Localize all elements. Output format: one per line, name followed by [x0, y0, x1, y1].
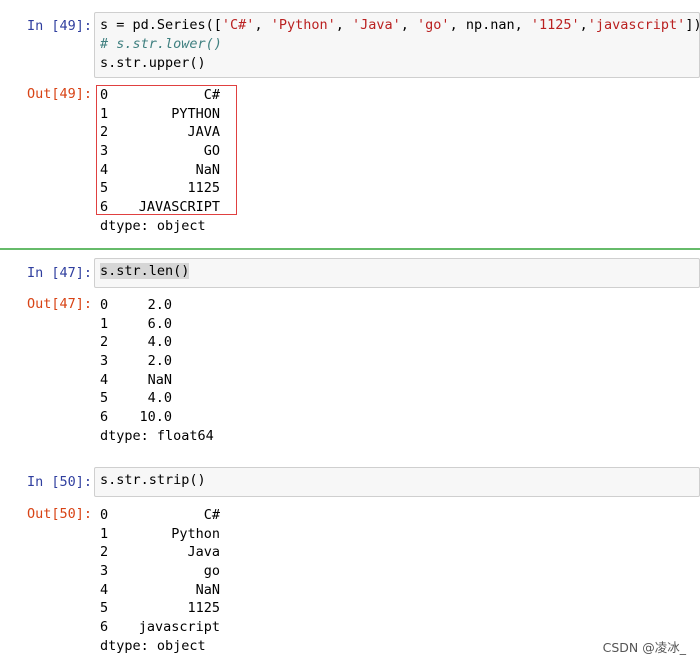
code-cell-50[interactable]: s.str.strip() [94, 467, 700, 497]
code-line: s.str.strip() [100, 471, 694, 490]
highlight-annotation-box [96, 85, 237, 215]
string-literal: 'javascript' [587, 17, 686, 33]
code-line: s = pd.Series(['C#', 'Python', 'Java', '… [100, 16, 700, 35]
row-index: 6 [100, 409, 109, 426]
row-value: 4.0 [147, 334, 172, 351]
watermark: CSDN @凌冰_ [602, 640, 686, 655]
code-line: s.str.len() [100, 262, 694, 281]
series-row: 0 2.0 [100, 296, 214, 315]
code-token: s.str.strip() [100, 472, 206, 488]
code-token: , [400, 17, 418, 33]
row-value: 4.0 [147, 390, 172, 407]
series-row: 4 NaN [100, 371, 214, 390]
code-token: s.str.upper() [100, 55, 206, 71]
row-value: go [203, 563, 220, 580]
code-token: s.str.len() [100, 263, 190, 279]
series-row: 6 javascript [100, 618, 220, 637]
output-area-50: 0 C# 1 Python 2 Java 3 go 4 NaN 5 1125 6 javascript dt… [100, 506, 220, 656]
string-literal: '1125' [530, 17, 580, 33]
row-value: 2.0 [147, 353, 172, 370]
series-row: 2 4.0 [100, 333, 214, 352]
series-row: 1 Python [100, 525, 220, 544]
row-value: 6.0 [147, 315, 172, 332]
output-prompt-50: Out[50]: [26, 506, 92, 522]
code-line: s.str.upper() [100, 54, 694, 73]
series-row: 3 2.0 [100, 352, 214, 371]
code-cell-47[interactable]: s.str.len() [94, 258, 700, 288]
output-prompt-49: Out[49]: [26, 86, 92, 102]
row-index: 4 [100, 371, 109, 388]
code-token: ]) [685, 17, 700, 33]
row-value: 1125 [187, 600, 220, 617]
series-row: 2 Java [100, 543, 220, 562]
input-prompt-47: In [47]: [26, 265, 92, 281]
string-literal: 'Python' [270, 17, 336, 33]
string-literal: 'Java' [352, 17, 401, 33]
dtype-label: dtype: float64 [100, 427, 214, 444]
row-index: 3 [100, 563, 109, 580]
string-literal: 'go' [417, 17, 450, 33]
string-literal: 'C#' [221, 17, 255, 33]
row-index: 0 [100, 507, 109, 523]
code-cell-49[interactable]: s = pd.Series(['C#', 'Python', 'Java', '… [94, 12, 700, 78]
row-value: NaN [195, 581, 220, 598]
dtype-label: dtype: object [100, 217, 206, 234]
dtype-label: dtype: object [100, 637, 206, 654]
code-token: s = pd.Series([ [100, 17, 222, 33]
series-row: 1 6.0 [100, 315, 214, 334]
row-value: javascript [138, 619, 220, 636]
row-index: 4 [100, 581, 109, 598]
row-index: 1 [100, 525, 109, 542]
row-index: 5 [100, 600, 109, 617]
code-token: , np.nan, [449, 17, 531, 33]
series-row: 5 4.0 [100, 389, 214, 408]
row-value: NaN [147, 371, 172, 388]
input-prompt-49: In [49]: [26, 18, 92, 34]
selected-cell-indicator [0, 248, 700, 250]
code-token: , [579, 17, 588, 33]
code-comment: # s.str.lower() [100, 36, 222, 52]
input-prompt-50: In [50]: [26, 474, 92, 490]
row-index: 3 [100, 353, 109, 370]
code-token: , [335, 17, 352, 33]
row-value: Python [171, 525, 220, 542]
code-token: , [254, 17, 271, 33]
row-value: Java [187, 544, 220, 561]
row-index: 2 [100, 544, 109, 561]
series-row: 5 1125 [100, 599, 220, 618]
row-index: 6 [100, 619, 109, 636]
output-area-47: 0 2.0 1 6.0 2 4.0 3 2.0 4 NaN 5 4.0 6 10.0 dtype: floa… [100, 296, 214, 446]
code-line: # s.str.lower() [100, 35, 694, 54]
row-index: 2 [100, 334, 109, 351]
row-index: 1 [100, 315, 109, 332]
series-row: 0 C# [100, 506, 220, 525]
output-prompt-47: Out[47]: [26, 296, 92, 312]
row-value: C# [203, 507, 220, 523]
row-value: 2.0 [147, 297, 172, 313]
row-index: 5 [100, 390, 109, 407]
series-row: 4 NaN [100, 581, 220, 600]
series-row: 6 10.0 [100, 408, 214, 427]
row-index: 0 [100, 297, 109, 313]
series-row: 3 go [100, 562, 220, 581]
row-value: 10.0 [139, 409, 172, 426]
